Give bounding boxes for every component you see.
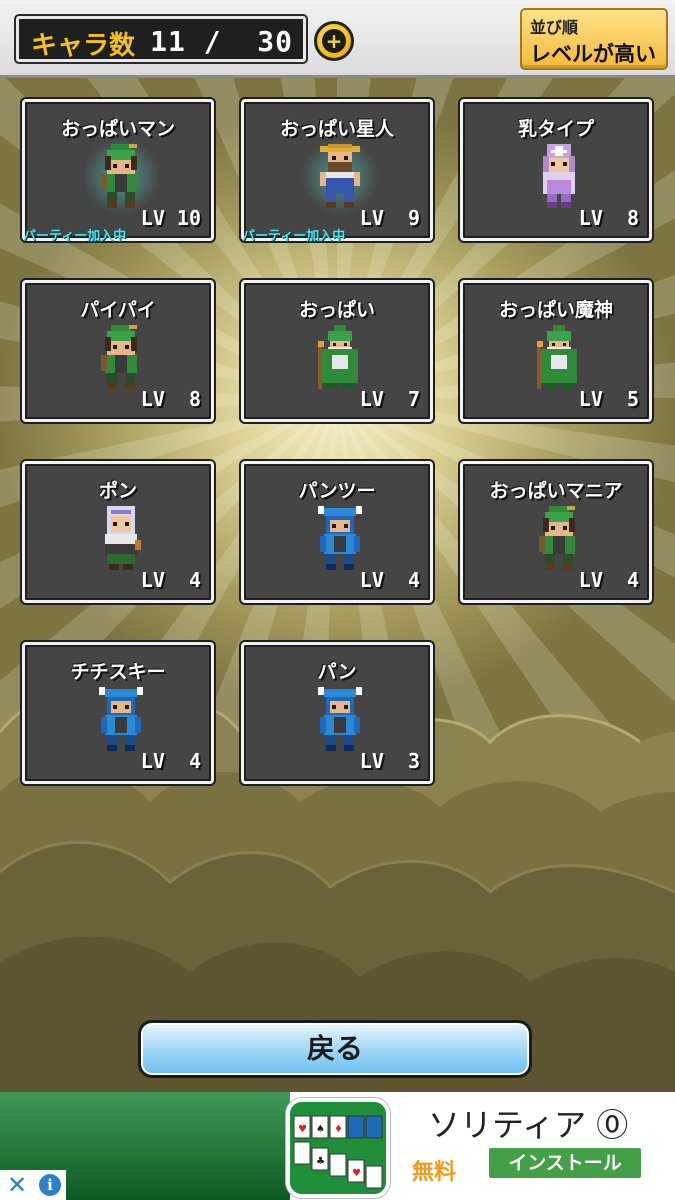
back-button[interactable]: 戻る (138, 1020, 532, 1078)
character-level: LV 4 (140, 749, 201, 773)
character-name: パンツー (298, 480, 376, 502)
character-card[interactable]: おっぱい星人 LV 9 パーティー加入中 (241, 99, 433, 244)
green-wizard-sprite-icon (318, 325, 362, 389)
add-slots-button[interactable]: + (314, 21, 354, 61)
character-count-label: キャラ数 (31, 31, 136, 61)
blue-knight-sprite-icon (318, 506, 362, 570)
ad-price-label: 無料 (412, 1160, 457, 1185)
blue-knight-sprite-icon (318, 687, 362, 751)
character-name: おっぱい (298, 299, 375, 321)
character-card[interactable]: おっぱいマニア LV 4 (460, 461, 652, 603)
character-card[interactable]: チチスキー LV 4 (22, 642, 214, 784)
solitaire-app-icon[interactable]: ♥ ♠ ♦ ♣ ♥ (286, 1098, 390, 1198)
character-name: パン (317, 661, 357, 683)
character-level: LV 4 (140, 568, 201, 592)
character-card[interactable]: おっぱいマン LV 10 パーティー加入中 (22, 99, 214, 244)
character-count-box: キャラ数 11 / 30 (16, 16, 306, 62)
character-name: ポン (98, 480, 137, 502)
character-level: LV 9 (359, 206, 420, 230)
plus-icon: + (322, 29, 346, 53)
green-wizard-sprite-icon (537, 325, 581, 389)
character-level: LV 8 (140, 387, 201, 411)
character-name: 乳タイプ (517, 118, 594, 140)
character-name: パイパイ (80, 299, 156, 321)
character-level: LV 8 (578, 206, 639, 230)
green-elf-sprite-icon (537, 506, 581, 570)
character-card[interactable]: パイパイ LV 8 (22, 280, 214, 422)
blue-knight-sprite-icon (99, 687, 143, 751)
character-card[interactable]: おっぱい LV 7 (241, 280, 433, 422)
ad-banner[interactable]: ✕ i ♥ ♠ ♦ ♣ ♥ ソリティア ⓪ 無料 インストール (0, 1092, 675, 1200)
ad-close-icon[interactable]: ✕ (0, 1170, 34, 1200)
purple-priest-sprite-icon (537, 144, 581, 208)
character-card[interactable]: ポン LV 4 (22, 461, 214, 603)
character-level: LV 7 (359, 387, 420, 411)
party-member-badge: パーティー加入中 (23, 229, 127, 244)
character-name: おっぱいマニア (489, 480, 623, 502)
character-card[interactable]: パンツー LV 4 (241, 461, 433, 603)
svg-text:♥: ♥ (352, 1168, 361, 1179)
svg-text:♥: ♥ (298, 1124, 307, 1135)
sort-order-value: レベルが高い (530, 42, 656, 66)
green-elf-sprite-icon (99, 325, 143, 389)
sort-order-label: 並び順 (530, 18, 579, 37)
character-card[interactable]: おっぱい魔神 LV 5 (460, 280, 652, 422)
top-bar: キャラ数 11 / 30 + 並び順 レベルが高い (0, 0, 675, 78)
svg-text:♦: ♦ (334, 1124, 343, 1135)
character-level: LV 10 (140, 206, 201, 230)
character-card[interactable]: パン LV 3 (241, 642, 433, 784)
character-level: LV 3 (359, 749, 420, 773)
ad-info-icon[interactable]: i (34, 1170, 66, 1200)
svg-text:♣: ♣ (316, 1156, 325, 1167)
character-card[interactable]: 乳タイプ LV 8 (460, 99, 652, 241)
white-hood-sprite-icon (99, 506, 143, 570)
green-elf-sprite-icon (79, 134, 163, 218)
character-name: チチスキー (70, 661, 166, 683)
character-level: LV 4 (578, 568, 639, 592)
character-count-value: 11 / 30 (150, 25, 293, 58)
svg-text:♠: ♠ (316, 1124, 325, 1135)
ad-install-button[interactable]: インストール (489, 1148, 641, 1178)
ad-title: ソリティア ⓪ (428, 1106, 629, 1144)
character-level: LV 4 (359, 568, 420, 592)
farmer-sprite-icon (298, 134, 382, 218)
ad-info-glyph: i (39, 1174, 61, 1196)
sort-order-button[interactable]: 並び順 レベルが高い (520, 8, 668, 70)
character-name: おっぱい魔神 (498, 299, 613, 321)
character-level: LV 5 (578, 387, 639, 411)
party-member-badge: パーティー加入中 (242, 229, 346, 244)
